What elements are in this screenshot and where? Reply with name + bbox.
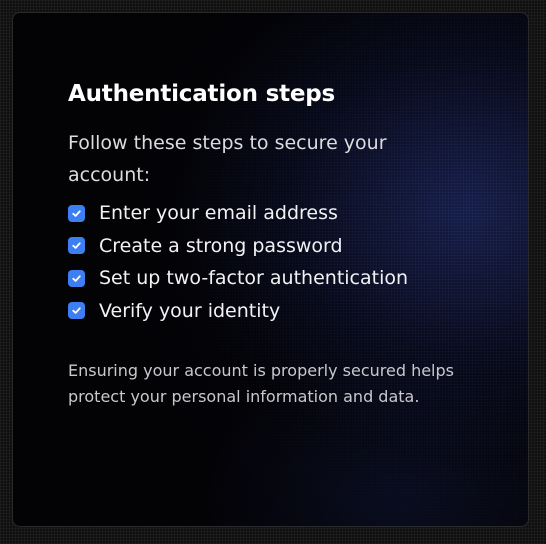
security-note: Ensuring your account is properly secure… bbox=[68, 361, 454, 406]
card-title: Authentication steps bbox=[68, 81, 336, 107]
step-item-email: Enter your email address bbox=[68, 197, 468, 230]
step-item-two-factor: Set up two-factor authentication bbox=[68, 262, 468, 295]
step-item-verify-identity: Verify your identity bbox=[68, 295, 468, 328]
checkbox-checked-icon bbox=[68, 269, 85, 287]
step-label: Create a strong password bbox=[99, 234, 343, 257]
checkbox-checked-icon bbox=[68, 302, 85, 320]
card-intro: Follow these steps to secure your accoun… bbox=[68, 132, 387, 186]
checkbox-checked-icon bbox=[68, 204, 85, 222]
step-item-password: Create a strong password bbox=[68, 230, 468, 263]
step-label: Set up two-factor authentication bbox=[99, 267, 409, 290]
step-label: Enter your email address bbox=[99, 202, 338, 225]
checkbox-checked-icon bbox=[68, 237, 85, 255]
steps-list: Enter your email address Create a strong… bbox=[68, 197, 468, 327]
card-content: Authentication steps Follow these steps … bbox=[68, 79, 468, 410]
authentication-card: Authentication steps Follow these steps … bbox=[12, 12, 529, 527]
step-label: Verify your identity bbox=[99, 299, 281, 322]
